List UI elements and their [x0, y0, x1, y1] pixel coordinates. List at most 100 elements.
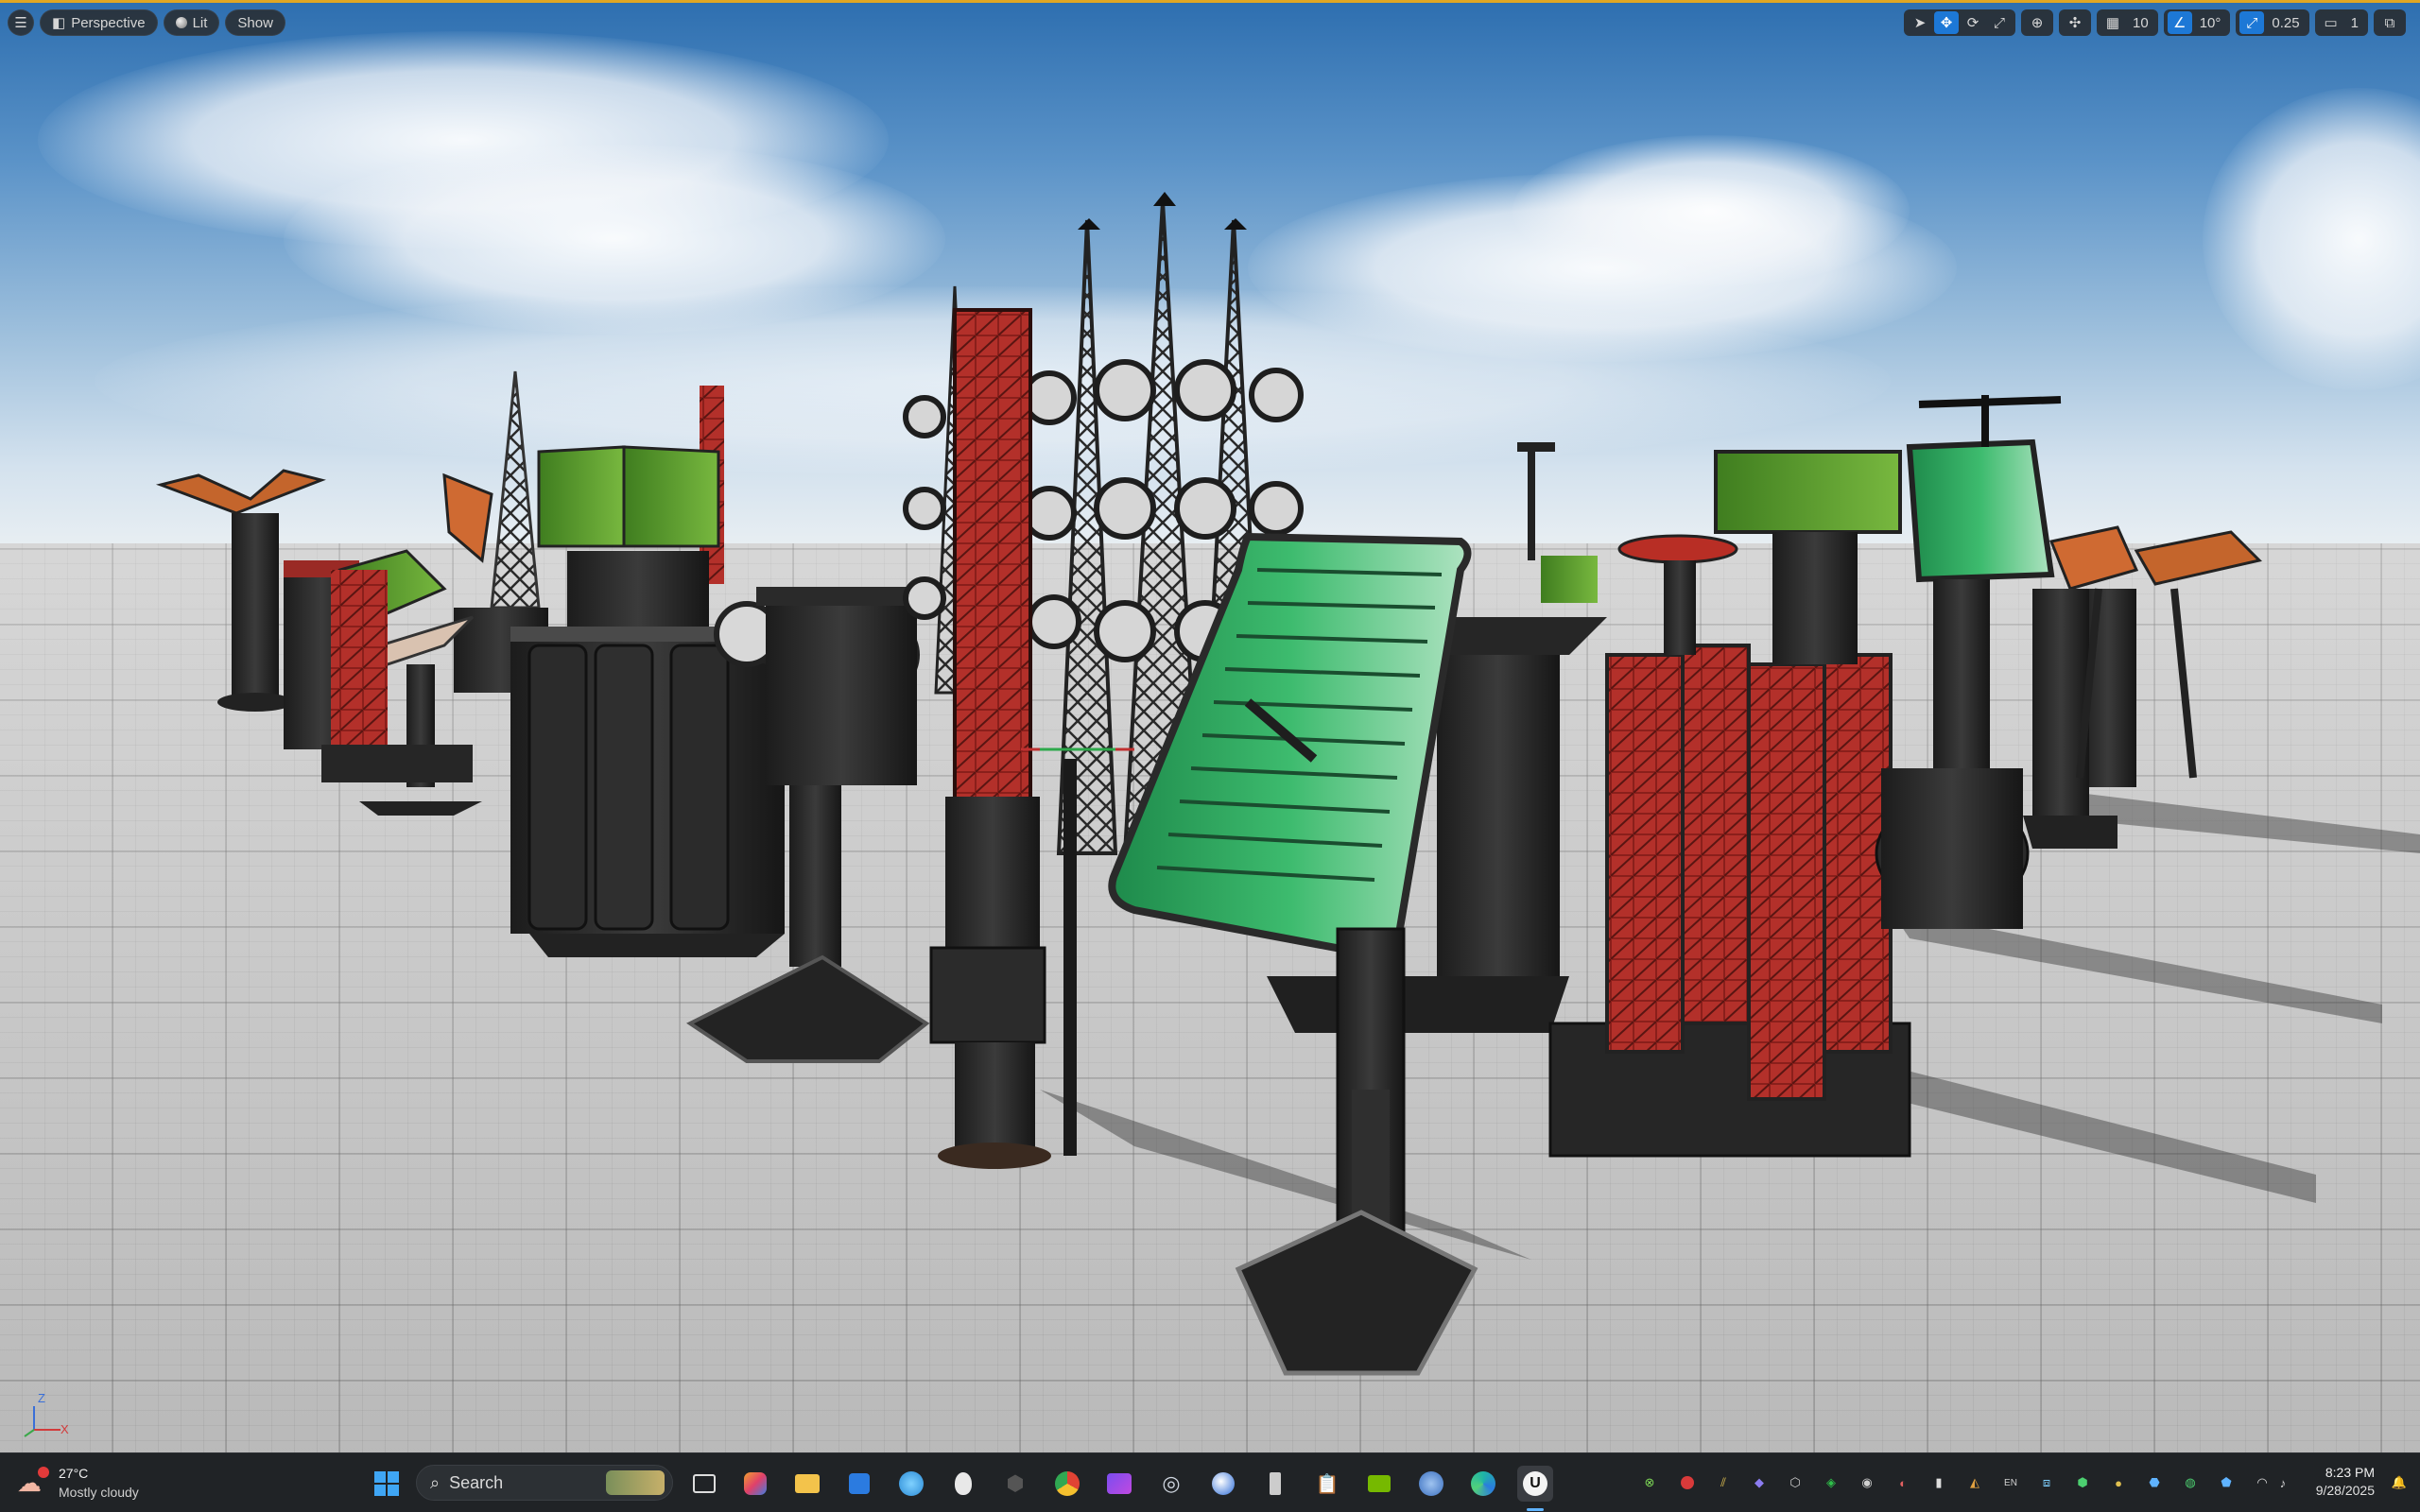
scale-snap-toggle[interactable]: ⤢ [2239, 11, 2265, 34]
perspective-button[interactable]: ◧ Perspective [40, 9, 158, 36]
globe-app-button[interactable] [1413, 1466, 1449, 1502]
tray-app-yellow[interactable]: ● [2109, 1473, 2128, 1492]
wifi-icon: ◠ [2256, 1475, 2268, 1489]
active-app-indicator [1527, 1508, 1544, 1511]
browser-button[interactable] [1205, 1466, 1241, 1502]
video-editor-button[interactable] [1101, 1466, 1137, 1502]
move-icon: ✥ [1940, 15, 1953, 31]
tray-shield[interactable]: ⬢ [2073, 1473, 2092, 1492]
tray-app-icon: ◐ [1899, 1475, 1907, 1490]
rotate-mode-button[interactable]: ⟳ [1961, 11, 1985, 34]
alien-app-button[interactable] [945, 1466, 981, 1502]
surface-snap-button[interactable]: ✣ [2063, 11, 2087, 34]
rotation-snap-value[interactable]: 10° [2194, 11, 2227, 34]
globe-icon: ⊕ [2031, 15, 2044, 31]
usb-tool-button[interactable] [1257, 1466, 1293, 1502]
ime-icon: EN [2004, 1477, 2017, 1488]
grid-snap-toggle[interactable]: ▦ [2100, 11, 2125, 34]
search-highlight-image-icon [606, 1470, 665, 1495]
tray-app-cyan[interactable]: ⬟ [2217, 1473, 2236, 1492]
rotation-snap-toggle[interactable]: ∠ [2167, 11, 2192, 34]
network-app-icon: ⧈ [2042, 1475, 2051, 1489]
grid-snap-value[interactable]: 10 [2127, 11, 2154, 34]
tray-discord[interactable]: ◆ [1750, 1473, 1769, 1492]
store-button[interactable] [841, 1466, 877, 1502]
usb-tool-icon [1270, 1472, 1281, 1495]
clipboard-tool-button[interactable]: 📋 [1309, 1466, 1345, 1502]
video-editor-icon [1107, 1473, 1132, 1494]
unreal-engine-button[interactable]: U [1517, 1466, 1553, 1502]
scale-snap-group: ⤢ 0.25 [2236, 9, 2309, 36]
scale-snap-value[interactable]: 0.25 [2266, 11, 2305, 34]
maps-app-button[interactable] [893, 1466, 929, 1502]
tray-app-green[interactable]: ◍ [2181, 1473, 2200, 1492]
tray-cube[interactable]: ⬡ [1786, 1473, 1805, 1492]
shield-tray-icon: ⬢ [2077, 1475, 2088, 1489]
axis-indicator: Z X [13, 1387, 79, 1444]
globe-app-icon [1419, 1471, 1443, 1496]
grid-snap-group: ▦ 10 [2097, 9, 2158, 36]
cube-icon-tray: ⬡ [1789, 1475, 1801, 1489]
tray-wifi[interactable]: ◠ [2253, 1473, 2272, 1492]
translate-mode-button[interactable]: ✥ [1934, 11, 1959, 34]
maximize-viewport-button[interactable]: ⧉ [2377, 11, 2402, 34]
camera-speed-button[interactable]: ▭ [2319, 11, 2343, 34]
weather-widget[interactable]: ☁ 27°C Mostly cloudy [17, 1463, 168, 1504]
tray-network-app[interactable]: ⧈ [2037, 1473, 2056, 1492]
start-button[interactable] [369, 1466, 405, 1502]
file-explorer-button[interactable] [789, 1466, 825, 1502]
tray-app-icon-5: ◍ [2185, 1475, 2196, 1489]
show-flags-button[interactable]: Show [225, 9, 285, 36]
tray-graph[interactable]: ⫽ [1714, 1473, 1733, 1492]
weather-description: Mostly cloudy [59, 1485, 139, 1500]
battery-icon: ▮ [1935, 1475, 1943, 1489]
maximize-viewport-group: ⧉ [2373, 9, 2406, 36]
scale-mode-button[interactable]: ⤢ [1987, 11, 2012, 34]
store-icon [849, 1473, 870, 1494]
chrome-icon [1055, 1471, 1080, 1496]
tray-app-orange[interactable]: ◭ [1965, 1473, 1984, 1492]
select-mode-button[interactable]: ➤ [1908, 11, 1932, 34]
camera-speed-value[interactable]: 1 [2345, 11, 2364, 34]
tray-record[interactable] [1678, 1473, 1697, 1492]
discord-icon: ◆ [1754, 1475, 1764, 1489]
tray-app-blue[interactable]: ⬣ [2145, 1473, 2164, 1492]
clock[interactable]: 8:23 PM 9/28/2025 [2299, 1465, 2375, 1503]
maps-icon [899, 1471, 924, 1496]
hamburger-menu-icon: ☰ [14, 15, 27, 31]
viewport-menu-button[interactable]: ☰ [8, 9, 34, 36]
shield-icon: ⬢ [1006, 1471, 1025, 1495]
chrome-tray-icon: ◉ [1861, 1475, 1873, 1489]
nvidia-button[interactable] [1361, 1466, 1397, 1502]
world-coordinates-button[interactable]: ⊕ [2025, 11, 2049, 34]
tray-app-icon-6: ⬟ [2221, 1475, 2232, 1489]
windows-start-icon [374, 1471, 399, 1496]
maximize-icon: ⧉ [2384, 14, 2395, 31]
edge-icon [1471, 1471, 1495, 1496]
edge-button[interactable] [1465, 1466, 1501, 1502]
tray-g-hub[interactable]: ◈ [1822, 1473, 1841, 1492]
axis-x-label: X [60, 1422, 69, 1436]
tray-app-red[interactable]: ◐ [1893, 1473, 1912, 1492]
chrome-button[interactable] [1049, 1466, 1085, 1502]
view-mode-lit-button[interactable]: Lit [163, 9, 220, 36]
copilot-button[interactable] [737, 1466, 773, 1502]
tray-volume[interactable]: ♪ [2273, 1473, 2292, 1492]
mid-left-table [756, 587, 926, 785]
tray-battery[interactable]: ▮ [1929, 1473, 1948, 1492]
taskbar-search-box[interactable]: ⌕ Search [416, 1465, 673, 1501]
volume-icon: ♪ [2279, 1475, 2287, 1490]
level-viewport[interactable]: ☰ ◧ Perspective Lit Show ➤ ✥ ⟳ ⤢ ⊕ ✣ ▦ 1… [0, 0, 2420, 1452]
tray-xbox[interactable]: ⊗ [1640, 1473, 1659, 1492]
cursor-icon: ➤ [1913, 15, 1927, 31]
notification-icon: 🔔 [2391, 1475, 2408, 1489]
clock-date: 9/28/2025 [2315, 1483, 2375, 1498]
steam-button[interactable]: ◎ [1153, 1466, 1189, 1502]
task-view-button[interactable] [686, 1466, 722, 1502]
steam-icon: ◎ [1162, 1471, 1181, 1495]
tray-chrome[interactable]: ◉ [1858, 1473, 1876, 1492]
alien-icon [955, 1472, 972, 1495]
shield-app-button[interactable]: ⬢ [997, 1466, 1033, 1502]
notification-center-button[interactable]: 🔔 [2390, 1473, 2409, 1492]
tray-ime[interactable]: EN [2001, 1473, 2020, 1492]
